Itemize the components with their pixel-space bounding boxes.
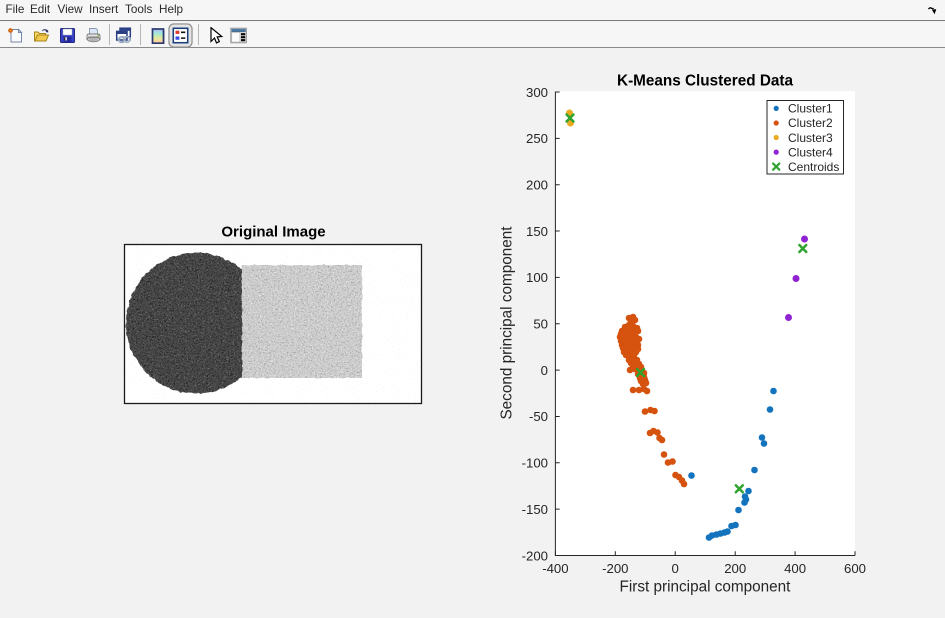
- svg-text:First principal component: First principal component: [620, 579, 792, 596]
- svg-text:600: 600: [844, 561, 866, 576]
- svg-text:-50: -50: [529, 409, 548, 424]
- svg-text:Cluster2: Cluster2: [788, 116, 833, 130]
- svg-text:250: 250: [526, 131, 548, 146]
- svg-text:300: 300: [526, 85, 548, 100]
- svg-text:Original Image: Original Image: [221, 224, 325, 241]
- svg-text:-150: -150: [522, 502, 548, 517]
- svg-text:50: 50: [533, 317, 548, 332]
- svg-text:200: 200: [526, 178, 548, 193]
- svg-text:150: 150: [526, 224, 548, 239]
- svg-text:K-Means Clustered Data: K-Means Clustered Data: [617, 73, 793, 90]
- svg-text:400: 400: [784, 561, 806, 576]
- svg-text:Second principal component: Second principal component: [499, 226, 516, 420]
- svg-text:-200: -200: [522, 548, 548, 563]
- svg-text:Centroids: Centroids: [788, 160, 839, 174]
- svg-text:Cluster4: Cluster4: [788, 145, 833, 159]
- svg-text:200: 200: [724, 561, 746, 576]
- svg-text:0: 0: [672, 561, 679, 576]
- svg-text:0: 0: [541, 363, 548, 378]
- svg-text:100: 100: [526, 270, 548, 285]
- svg-text:Cluster3: Cluster3: [788, 131, 833, 145]
- svg-text:-100: -100: [522, 456, 548, 471]
- svg-text:Cluster1: Cluster1: [788, 102, 833, 116]
- svg-text:-200: -200: [602, 561, 628, 576]
